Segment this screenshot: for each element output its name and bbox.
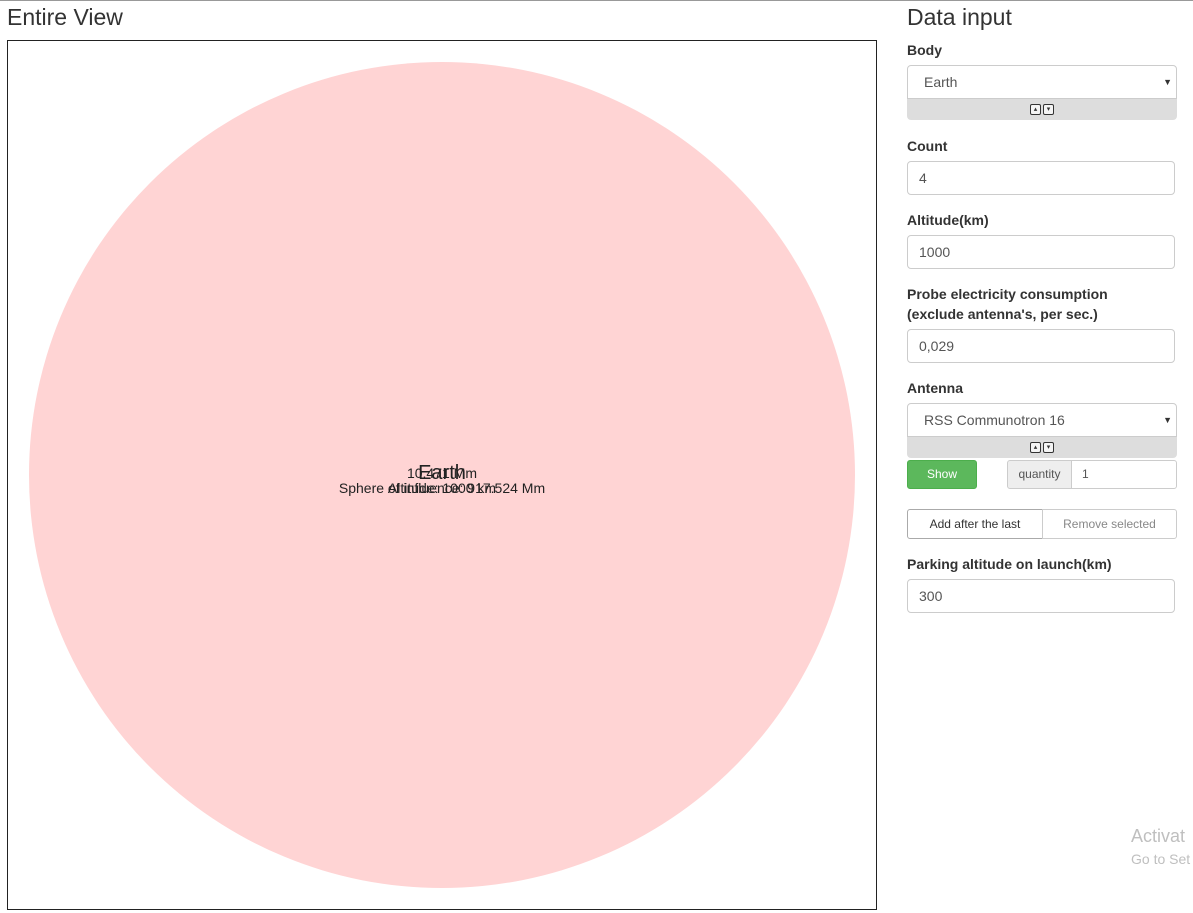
expand-up-icon[interactable]: ▴ [1030,442,1041,453]
expand-down-icon[interactable]: ▾ [1043,104,1054,115]
altitude-label: Altitude(km) [907,212,989,228]
add-after-last-button[interactable]: Add after the last [907,509,1043,539]
orbit-diagram: 10.471 Mm Earth Sphere of influence: 917… [29,62,855,888]
activation-watermark-title: Activat [1131,826,1186,846]
parking-altitude-input[interactable] [907,579,1175,613]
antenna-select-value: RSS Communotron 16 [924,412,1065,428]
data-input-title: Data input [907,4,1012,30]
chevron-down-icon: ▼ [1163,415,1172,425]
antenna-expander-bar[interactable]: ▴ ▾ [907,437,1177,458]
body-label: Body [907,42,942,58]
body-expander-bar[interactable]: ▴ ▾ [907,99,1177,120]
show-button[interactable]: Show [907,460,977,489]
entire-view-canvas[interactable]: 10.471 Mm Earth Sphere of influence: 917… [7,40,877,910]
expand-up-icon[interactable]: ▴ [1030,104,1041,115]
entire-view-title: Entire View [7,4,123,30]
body-select[interactable]: Earth ▼ [907,65,1177,99]
antenna-label: Antenna [907,380,963,396]
body-select-value: Earth [924,74,958,90]
count-input[interactable] [907,161,1175,195]
parking-altitude-label: Parking altitude on launch(km) [907,556,1112,572]
activation-watermark-subtitle: Go to Set [1131,851,1191,867]
antenna-select[interactable]: RSS Communotron 16 ▼ [907,403,1177,437]
expand-down-icon[interactable]: ▾ [1043,442,1054,453]
remove-selected-button[interactable]: Remove selected [1042,509,1177,539]
altitude-label: Altitude: 1000 km [388,480,496,496]
probe-consumption-label-line1: Probe electricity consumption [907,286,1108,302]
top-divider [0,0,1193,1]
chevron-down-icon: ▼ [1163,77,1172,87]
quantity-input[interactable]: 1 [1071,460,1177,489]
quantity-addon-label: quantity [1007,460,1072,489]
count-label: Count [907,138,948,154]
altitude-input[interactable] [907,235,1175,269]
probe-consumption-input[interactable] [907,329,1175,363]
probe-consumption-label-line2: (exclude antenna's, per sec.) [907,306,1098,322]
